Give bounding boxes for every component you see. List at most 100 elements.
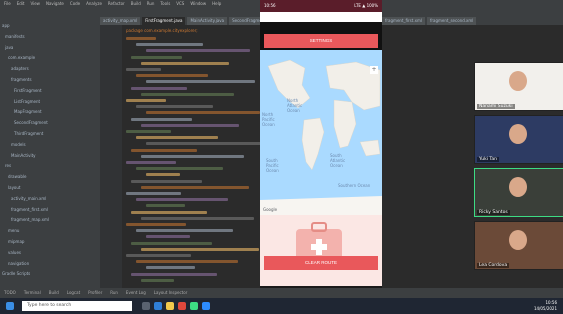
project-tree-item[interactable]: menu <box>8 228 19 233</box>
antarctica-shape <box>260 196 382 215</box>
menu-item[interactable]: Edit <box>17 0 25 8</box>
zoom-icon[interactable] <box>202 302 210 310</box>
menu-item[interactable]: View <box>30 0 40 8</box>
project-tree-item[interactable]: ThirdFragment <box>14 131 43 136</box>
menu-item[interactable]: Refactor <box>108 0 125 8</box>
menu-item[interactable]: Tools <box>160 0 170 8</box>
code-line <box>141 61 229 65</box>
code-line <box>126 223 186 226</box>
participant-video[interactable]: Yuki Tan <box>474 115 563 164</box>
phone-status-bar: 10:56 LTE ▲ 100% <box>260 0 382 12</box>
project-tree-item[interactable]: fragments <box>11 77 32 82</box>
code-line <box>131 272 217 276</box>
code-line <box>131 241 212 245</box>
code-line <box>146 173 180 177</box>
code-line <box>126 254 191 257</box>
google-logo: Google <box>263 207 278 212</box>
code-line <box>136 136 218 140</box>
code-line <box>146 235 190 239</box>
project-tree-item[interactable]: res <box>5 163 11 168</box>
tool-window-button[interactable]: Layout Inspector <box>154 288 188 298</box>
tool-window-button[interactable]: Run <box>110 288 118 298</box>
tool-window-button[interactable]: Profiler <box>88 288 102 298</box>
menu-item[interactable]: Analyze <box>86 0 102 8</box>
code-line <box>141 154 244 158</box>
editor-tab[interactable]: FirstFragment.java <box>142 17 186 25</box>
participant-face <box>509 230 527 250</box>
tool-window-button[interactable]: Build <box>49 288 59 298</box>
zoom-in-icon[interactable]: + <box>370 66 378 74</box>
code-line <box>126 130 171 133</box>
clear-route-button[interactable]: CLEAR ROUTE <box>264 256 378 270</box>
project-tree-item[interactable]: manifests <box>5 34 25 39</box>
participant-video[interactable]: Nanami Suzuki <box>474 62 563 111</box>
folder-icon[interactable] <box>166 302 174 310</box>
code-line <box>126 192 181 195</box>
ocean-label: North Pacific Ocean <box>262 112 275 127</box>
project-tree-item[interactable]: models <box>11 142 26 147</box>
project-tree-item[interactable]: values <box>8 250 21 255</box>
project-tree-item[interactable]: app <box>2 23 10 28</box>
status-time: 10:56 <box>264 3 276 8</box>
menu-item[interactable]: Run <box>147 0 155 8</box>
editor-tab[interactable]: MainActivity.java <box>187 17 228 25</box>
android-studio-icon[interactable] <box>190 302 198 310</box>
participant-video[interactable]: Ricky Santos <box>474 168 563 217</box>
project-tree-item[interactable]: fragment_map.xml <box>11 217 49 222</box>
participant-face <box>509 177 527 197</box>
chrome-icon[interactable] <box>178 302 186 310</box>
menu-item[interactable]: Window <box>190 0 206 8</box>
code-editor[interactable]: package com.example.cityexplorer; <box>122 25 260 288</box>
project-tree-item[interactable]: layout <box>8 185 20 190</box>
code-line <box>141 123 239 127</box>
taskbar-search-input[interactable]: Type here to search <box>22 301 132 311</box>
tool-window-button[interactable]: TODO <box>4 288 16 298</box>
code-line <box>136 260 238 264</box>
code-line <box>141 185 249 189</box>
project-tree-item[interactable]: mipmap <box>8 239 24 244</box>
travel-illustration <box>296 222 342 263</box>
tool-window-bar: TODO Terminal Build Logcat Profiler Run Event … <box>0 288 563 298</box>
task-view-icon[interactable] <box>142 302 150 310</box>
project-tree-item[interactable]: navigation <box>8 261 29 266</box>
map-canvas <box>260 59 382 215</box>
project-tree-item[interactable]: FirstFragment <box>14 88 42 93</box>
africa-shape <box>333 99 357 149</box>
world-map[interactable]: North Atlantic Ocean South Atlantic Ocea… <box>260 50 382 215</box>
code-line <box>146 204 185 208</box>
project-tree-item[interactable]: java <box>5 45 13 50</box>
edge-icon[interactable] <box>154 302 162 310</box>
code-line <box>141 92 234 96</box>
project-tree-item[interactable]: SecondFragment <box>14 120 48 125</box>
menu-item[interactable]: VCS <box>176 0 184 8</box>
windows-start-icon[interactable] <box>6 302 14 310</box>
editor-tab[interactable]: activity_map.xml <box>100 17 141 25</box>
project-tree-item[interactable]: ListFragment <box>14 99 40 104</box>
project-tree-item[interactable]: Gradle Scripts <box>2 271 30 276</box>
code-line <box>131 179 202 183</box>
tool-window-button[interactable]: Terminal <box>24 288 41 298</box>
menu-item[interactable]: Help <box>212 0 221 8</box>
code-line <box>131 117 192 121</box>
participant-name: Nanami Suzuki <box>477 104 515 109</box>
project-tree-item[interactable]: activity_main.xml <box>11 196 46 201</box>
project-tree-item[interactable]: fragment_first.xml <box>11 207 48 212</box>
ocean-label: North Atlantic Ocean <box>287 98 303 113</box>
project-tree-item[interactable]: MapFragment <box>14 109 42 114</box>
project-tree-item[interactable]: drawable <box>8 174 26 179</box>
menu-item[interactable]: Build <box>131 0 141 8</box>
settings-button[interactable]: SETTINGS <box>264 34 378 48</box>
menu-item[interactable]: File <box>4 0 11 8</box>
menu-item[interactable]: Code <box>70 0 80 8</box>
project-tree-item[interactable]: com.example <box>8 55 35 60</box>
project-tree-item[interactable]: adapters <box>11 66 29 71</box>
phone-app-bar <box>260 12 382 22</box>
tool-window-button[interactable]: Logcat <box>67 288 80 298</box>
tool-window-button[interactable]: Event Log <box>126 288 146 298</box>
menu-item[interactable]: Navigate <box>46 0 64 8</box>
australia-shape <box>359 139 381 157</box>
participant-video[interactable]: Lea Cordova <box>474 221 563 270</box>
project-tree-item[interactable]: MainActivity <box>11 153 36 158</box>
code-line <box>131 210 207 214</box>
code-line <box>146 111 260 115</box>
